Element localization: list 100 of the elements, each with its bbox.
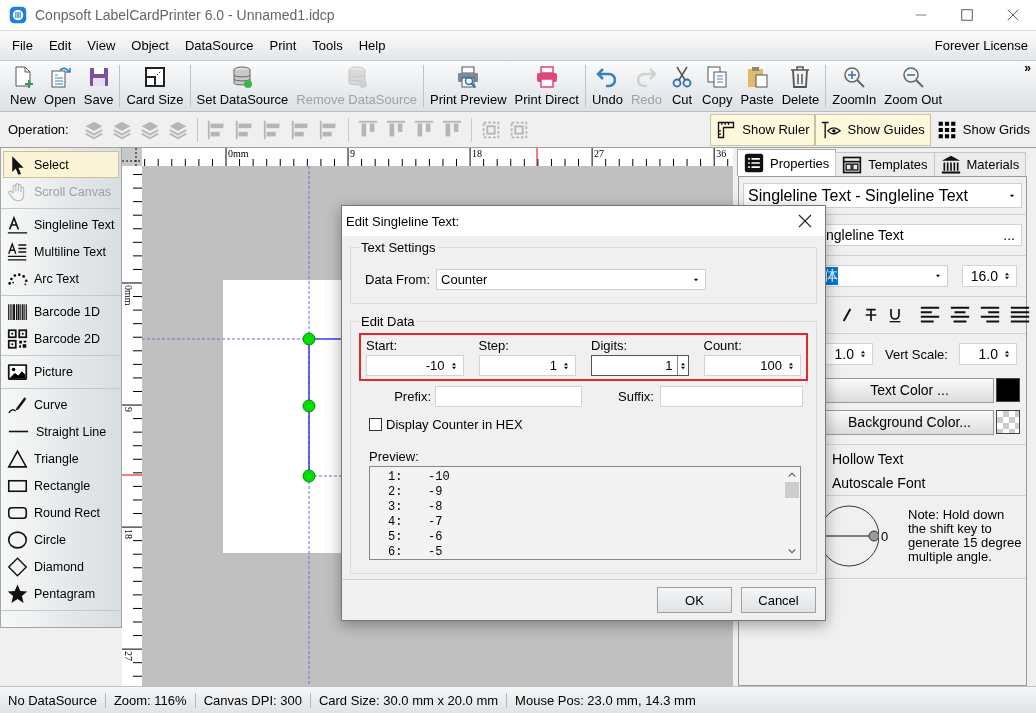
preview-index: 4: — [388, 514, 404, 529]
ruler-label: 0mm — [123, 285, 134, 306]
panel-tab[interactable]: Templates — [835, 152, 935, 176]
chevron-down-icon — [787, 546, 797, 556]
ruler-label: 0mm — [228, 148, 249, 159]
museum-icon — [940, 154, 961, 175]
content-field[interactable]: ngleline Text ... — [823, 224, 1022, 246]
ruler-label: 36 — [716, 148, 727, 159]
dialog-button[interactable]: OK — [657, 587, 732, 613]
group-title: Edit Data — [360, 314, 416, 329]
underline-icon — [887, 307, 903, 323]
angle-dial[interactable] — [823, 504, 879, 568]
copy-icon — [705, 65, 730, 89]
toolbar-button[interactable]: Card Size — [122, 65, 188, 107]
ruler-label: 27 — [123, 651, 134, 662]
browse-button[interactable]: ... — [1001, 227, 1017, 243]
option-label: Hollow Text — [832, 451, 905, 467]
preview-value: -8 — [428, 499, 443, 514]
field-label: Start: — [366, 338, 399, 353]
object-select[interactable]: Singleline Text - Singleline Text — [743, 183, 1022, 208]
prefix-field[interactable] — [435, 386, 582, 407]
tool-button[interactable]: Picture — [3, 358, 119, 385]
menu-item[interactable]: Help — [350, 38, 394, 53]
font-size-spinner[interactable]: 16.0 — [962, 265, 1017, 287]
toolbar-button[interactable]: Save — [79, 65, 118, 107]
menu-item[interactable]: Tools — [304, 38, 351, 53]
text-color-button[interactable]: Text Color ... — [825, 377, 994, 403]
dialog-button[interactable]: Cancel — [741, 587, 816, 613]
toolbar-button[interactable]: ZoomIn — [828, 65, 881, 107]
font-select[interactable]: 体 — [823, 265, 948, 287]
tool-button[interactable]: Multiline Text — [3, 238, 119, 265]
data-source-select[interactable]: Counter — [436, 269, 706, 290]
tool-button[interactable]: Straight Line — [3, 418, 119, 445]
panel-tab[interactable]: Properties — [737, 149, 837, 176]
spin-arrows-icon — [1002, 271, 1012, 281]
toolbar-button[interactable]: Zoom Out — [880, 65, 947, 107]
vert-scale-label: Vert Scale: — [885, 346, 948, 362]
resize-handle[interactable] — [302, 469, 316, 483]
preview-index: 6: — [388, 544, 404, 559]
redo-arrow-icon — [634, 65, 659, 89]
overflow-button[interactable]: » — [1024, 61, 1031, 75]
resize-handle[interactable] — [302, 399, 316, 413]
preview-value: -7 — [428, 514, 443, 529]
spin-arrows-icon — [561, 360, 571, 371]
toolbar-button[interactable]: Print Direct — [510, 65, 583, 107]
toggle-button[interactable]: Show Ruler — [710, 113, 816, 146]
tool-button[interactable]: Pentagram — [3, 580, 119, 607]
tool-button[interactable]: Barcode 2D — [3, 325, 119, 352]
tool-button[interactable]: Round Rect — [3, 499, 119, 526]
resize-handle[interactable] — [302, 332, 316, 346]
tool-button[interactable]: Curve — [3, 391, 119, 418]
number-spinner[interactable]: 100 — [703, 355, 801, 376]
tool-button[interactable]: Select — [3, 151, 119, 178]
grid-icon — [936, 119, 957, 140]
menu-item[interactable]: Object — [123, 38, 177, 53]
toolbar-button[interactable]: Undo — [587, 65, 627, 107]
toolbar-button[interactable]: Cut — [666, 65, 699, 107]
tool-button[interactable]: Barcode 1D — [3, 298, 119, 325]
preview-value: -6 — [428, 529, 443, 544]
toolbar-button[interactable]: Paste — [736, 65, 778, 107]
toolbar-button[interactable]: Set DataSource — [192, 65, 293, 107]
number-spinner[interactable]: 1 — [591, 355, 689, 376]
star-icon — [7, 582, 28, 605]
tool-button[interactable]: Diamond — [3, 553, 119, 580]
suffix-field[interactable] — [659, 386, 803, 407]
transparent-swatch[interactable] — [996, 410, 1020, 434]
toolbar-button[interactable]: Delete — [777, 65, 824, 107]
menu-item[interactable]: File — [4, 38, 41, 53]
ruler-label: 27 — [594, 148, 605, 159]
tool-button[interactable]: Rectangle — [3, 472, 119, 499]
panel-tab[interactable]: Materials — [933, 152, 1027, 176]
tool-button[interactable]: Singleline Text — [3, 211, 119, 238]
close-icon — [1006, 8, 1020, 22]
maximize-icon — [960, 8, 974, 22]
status-item: Zoom: 116% — [105, 692, 196, 708]
tool-button[interactable]: Arc Text — [3, 265, 119, 292]
tool-button[interactable]: Circle — [3, 526, 119, 553]
tool-button[interactable]: Triangle — [3, 445, 119, 472]
toolbar-button[interactable]: Open — [40, 65, 80, 107]
background-color-button[interactable]: Background Color... — [825, 409, 994, 435]
toolbar-button[interactable]: Print Preview — [426, 65, 511, 107]
checkbox[interactable] — [369, 418, 382, 431]
menu-item[interactable]: View — [79, 38, 124, 53]
toggle-button[interactable]: Show Guides — [815, 113, 931, 146]
menu-item[interactable]: DataSource — [176, 38, 262, 53]
vertical-scale-spinner[interactable]: 1.0 — [959, 343, 1017, 365]
toolbar-button[interactable]: New — [6, 65, 40, 107]
number-spinner[interactable]: 1 — [478, 355, 576, 376]
circle-icon — [7, 528, 28, 551]
field-label: Step: — [478, 338, 510, 353]
toolbar-button[interactable]: Copy — [698, 65, 737, 107]
scroll-thumb[interactable] — [785, 482, 799, 498]
toggle-button[interactable]: Show Grids — [930, 113, 1036, 146]
list-icon — [744, 153, 764, 173]
horizontal-scale-spinner[interactable]: 1.0 — [823, 343, 873, 365]
menu-item[interactable]: Print — [261, 38, 305, 53]
menu-item[interactable]: Edit — [40, 38, 80, 53]
color-swatch[interactable] — [996, 378, 1020, 402]
ruler-label: 18 — [472, 148, 483, 159]
number-spinner[interactable]: -10 — [366, 355, 464, 376]
